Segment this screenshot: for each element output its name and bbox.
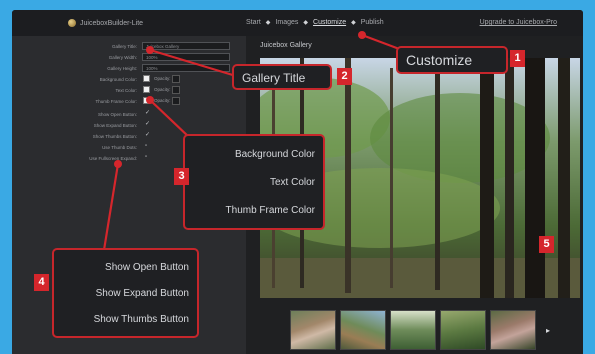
- callout-show-open-button: Show Open Button: [105, 261, 189, 273]
- use-fullscreen-expand-label: Use Fullscreen Expand:: [89, 156, 137, 161]
- thumbnail[interactable]: [440, 310, 486, 350]
- app-brand: JuiceboxBuilder-Lite: [68, 19, 143, 27]
- callout-show-thumbs-button: Show Thumbs Button: [93, 313, 189, 325]
- show-open-button-row: Show Open Button: ✓: [12, 110, 246, 119]
- arrow-right-icon: ◆: [351, 20, 356, 26]
- gallery-width-label: Gallery Width:: [108, 55, 137, 60]
- callout-customize: Customize: [396, 46, 508, 74]
- thumbnail[interactable]: [340, 310, 386, 350]
- gallery-title-label: Gallery Title:: [111, 44, 137, 49]
- text-color-label: Text Color:: [115, 88, 137, 93]
- thumb-frame-opacity-field[interactable]: [172, 97, 180, 105]
- gallery-width-row: Gallery Width: 100%: [12, 53, 246, 62]
- next-arrow-icon[interactable]: ▸: [546, 326, 550, 335]
- use-fullscreen-expand-checkbox[interactable]: ▫: [145, 154, 151, 160]
- callout-thumb-frame-color: Thumb Frame Color: [225, 204, 315, 216]
- thumb-frame-color-row: Thumb Frame Color: Opacity:: [12, 97, 246, 106]
- step-start[interactable]: Start: [246, 19, 261, 26]
- background-color-row: Background Color: Opacity:: [12, 75, 246, 84]
- callout-show-expand-button: Show Expand Button: [95, 287, 189, 299]
- callout-customize-text: Customize: [406, 52, 473, 68]
- badge-1: 1: [510, 50, 525, 67]
- gallery-title-field[interactable]: Juicebox Gallery: [142, 42, 230, 50]
- text-color-swatch[interactable]: [143, 86, 150, 93]
- callout-colors: Background Color Text Color Thumb Frame …: [183, 134, 325, 230]
- arrow-right-icon: ◆: [303, 20, 309, 26]
- gallery-height-field[interactable]: 100%: [142, 64, 230, 72]
- gallery-width-field[interactable]: 100%: [142, 53, 230, 61]
- callout-gallery-title-text: Gallery Title: [242, 71, 306, 85]
- top-bar: JuiceboxBuilder-Lite Start ◆ Images ◆ Cu…: [12, 10, 583, 36]
- badge-4: 4: [34, 274, 49, 291]
- step-nav: Start ◆ Images ◆ Customize ◆ Publish: [246, 19, 384, 26]
- thumbnail[interactable]: [490, 310, 536, 350]
- step-publish[interactable]: Publish: [361, 19, 384, 26]
- background-color-swatch[interactable]: [143, 75, 150, 82]
- gallery-height-row: Gallery Height: 100%: [12, 64, 246, 73]
- background-color-label: Background Color:: [99, 77, 137, 82]
- badge-5: 5: [539, 236, 554, 253]
- text-opacity-field[interactable]: [172, 86, 180, 94]
- step-customize[interactable]: Customize: [313, 19, 346, 26]
- badge-3: 3: [174, 168, 189, 185]
- use-thumb-dots-label: Use Thumb Dots:: [102, 145, 137, 150]
- thumb-frame-color-label: Thumb Frame Color:: [95, 99, 137, 104]
- thumb-frame-color-swatch[interactable]: [143, 97, 150, 104]
- gallery-title-row: Gallery Title: Juicebox Gallery: [12, 42, 246, 51]
- upgrade-link[interactable]: Upgrade to Juicebox-Pro: [480, 19, 557, 26]
- show-expand-button-row: Show Expand Button: ✓: [12, 121, 246, 130]
- text-color-row: Text Color: Opacity:: [12, 86, 246, 95]
- thumbnail[interactable]: [290, 310, 336, 350]
- step-images[interactable]: Images: [275, 19, 298, 26]
- opacity-label: Opacity:: [154, 98, 171, 103]
- juicebox-logo-icon: [68, 19, 76, 27]
- arrow-right-icon: ◆: [265, 20, 271, 26]
- show-expand-button-label: Show Expand Button:: [93, 123, 137, 128]
- opacity-label: Opacity:: [154, 87, 171, 92]
- badge-2: 2: [337, 68, 352, 85]
- show-open-button-checkbox[interactable]: ✓: [145, 110, 151, 116]
- app-title: JuiceboxBuilder-Lite: [80, 19, 144, 27]
- thumbnail[interactable]: [390, 310, 436, 350]
- callout-buttons: Show Open Button Show Expand Button Show…: [52, 248, 199, 338]
- use-thumb-dots-checkbox[interactable]: ▫: [145, 143, 151, 149]
- opacity-label: Opacity:: [154, 76, 171, 81]
- background-opacity-field[interactable]: [172, 75, 180, 83]
- callout-text-color: Text Color: [269, 176, 315, 188]
- show-thumbs-button-label: Show Thumbs Button:: [92, 134, 137, 139]
- callout-gallery-title: Gallery Title: [232, 64, 332, 90]
- thumbnail-strip: [290, 310, 536, 350]
- show-expand-button-checkbox[interactable]: ✓: [145, 121, 151, 127]
- gallery-title-text: Juicebox Gallery: [260, 42, 312, 49]
- show-thumbs-button-checkbox[interactable]: ✓: [145, 132, 151, 138]
- gallery-height-label: Gallery Height:: [107, 66, 137, 71]
- show-open-button-label: Show Open Button:: [97, 112, 137, 117]
- callout-background-color: Background Color: [234, 148, 315, 160]
